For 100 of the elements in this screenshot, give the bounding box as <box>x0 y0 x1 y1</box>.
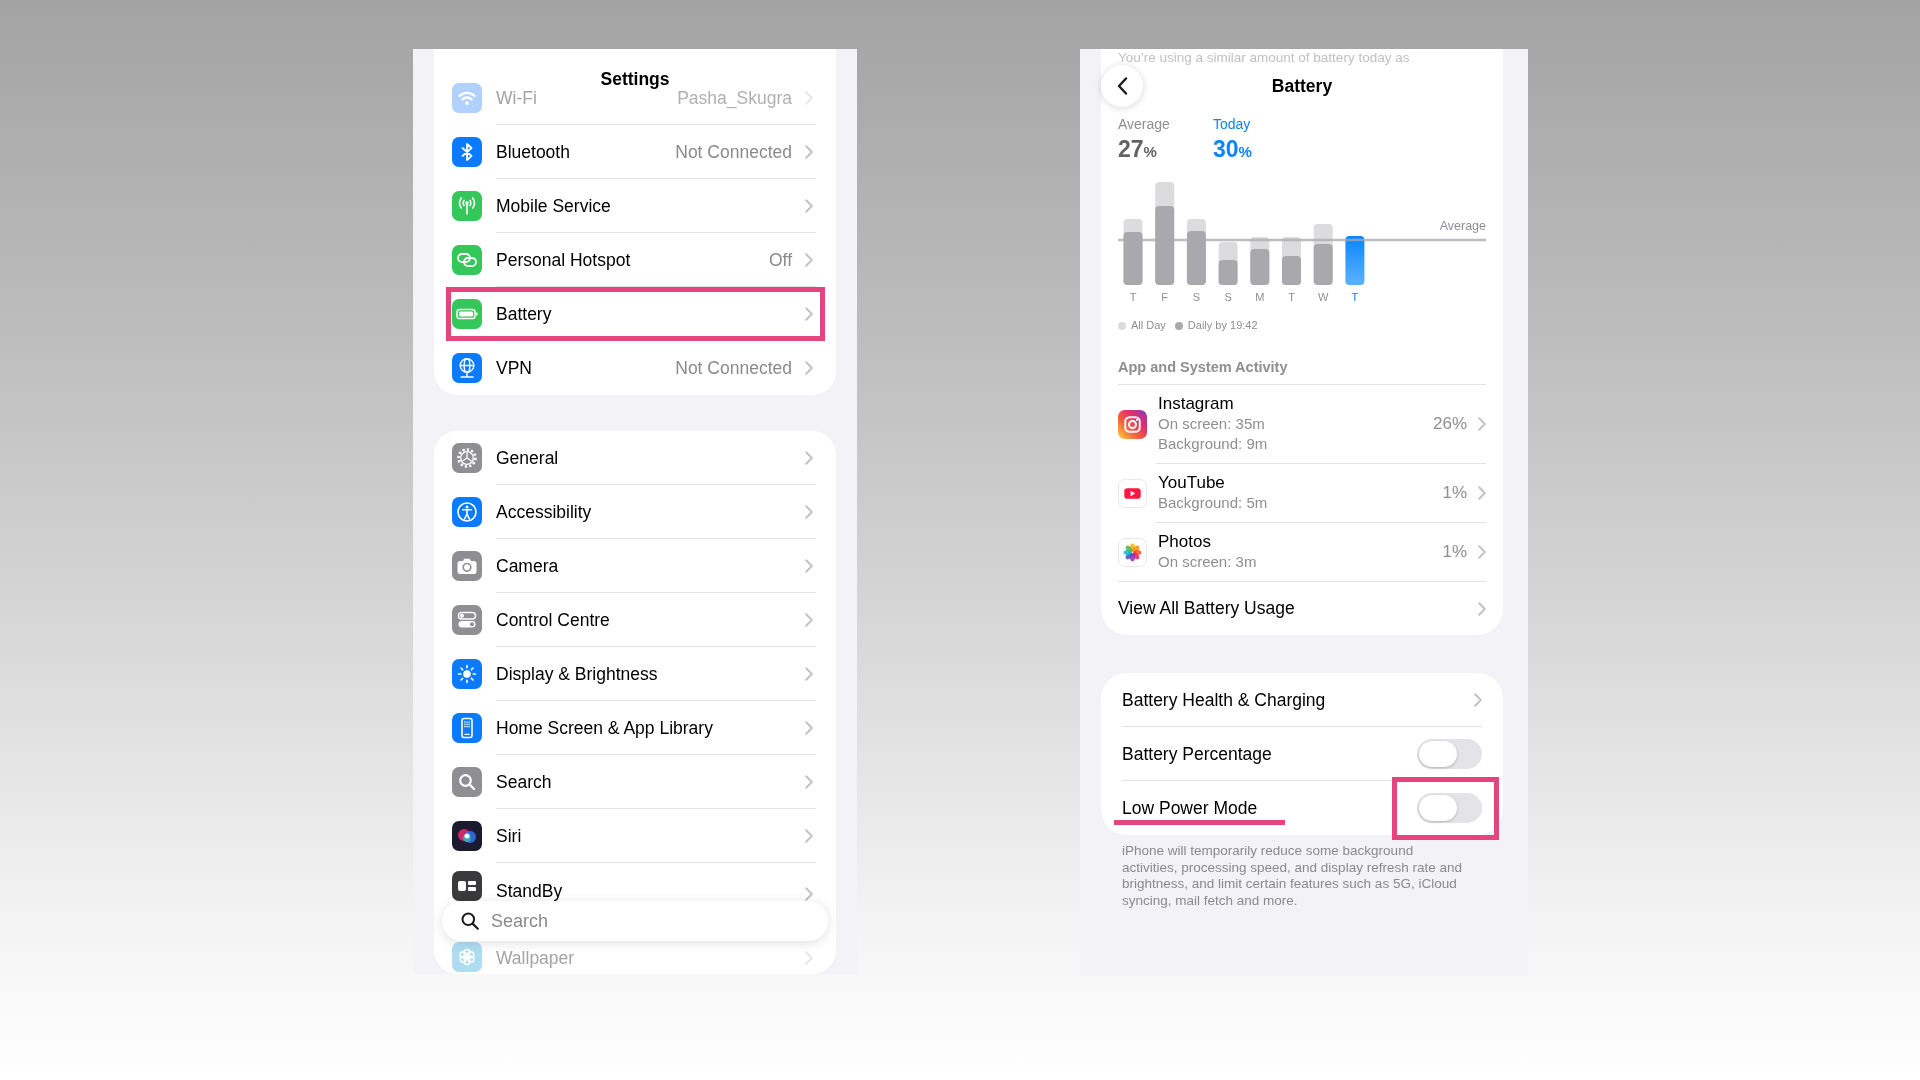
screen-title: Settings <box>600 70 670 88</box>
row-label: Home Screen & App Library <box>496 717 713 738</box>
bluetooth-icon <box>452 137 482 167</box>
battery-icon <box>452 299 482 329</box>
stat-value: 30% <box>1213 136 1253 164</box>
search-icon <box>461 912 479 930</box>
chain-link-icon <box>452 245 482 275</box>
chevron-right-icon <box>805 504 813 519</box>
chevron-right-icon <box>805 252 813 267</box>
row-label: Battery Percentage <box>1122 743 1272 764</box>
chevron-right-icon <box>1478 486 1486 500</box>
row-label: Control Centre <box>496 609 610 630</box>
globe-icon <box>452 353 482 383</box>
chevron-right-icon <box>1474 692 1482 707</box>
toggle-switch[interactable] <box>1417 738 1482 769</box>
row-label: Display & Brightness <box>496 663 658 684</box>
day-label: W <box>1318 291 1329 303</box>
chevron-right-icon <box>805 558 813 573</box>
row-label: Siri <box>496 825 522 846</box>
row-label: Personal Hotspot <box>496 249 631 270</box>
settings-row[interactable]: Battery <box>446 287 825 341</box>
row-label: Wi-Fi <box>496 87 537 108</box>
chevron-right-icon <box>805 951 813 965</box>
average-label: Average <box>1439 219 1486 233</box>
chevron-right-icon <box>805 198 813 213</box>
gear-icon <box>452 443 482 473</box>
row-value: Not Connected <box>675 358 792 378</box>
row-label: Wallpaper <box>496 948 575 968</box>
day-label: S <box>1224 291 1232 303</box>
footer-note: iPhone will temporarily reduce some background activities, processing speed, and display refresh rate and brightness, and limit certain features such as 5G, iCloud syncing, mail fetch and more. <box>1122 843 1463 909</box>
stat-label: Average <box>1118 116 1171 133</box>
camera-logo-icon <box>1118 410 1147 439</box>
chevron-right-icon <box>805 90 813 105</box>
toggles-icon <box>452 605 482 635</box>
chevron-right-icon <box>805 774 813 789</box>
legend-label: Daily by 19:42 <box>1187 319 1258 332</box>
app-name: YouTube <box>1158 473 1226 493</box>
play-button-icon <box>1118 479 1147 508</box>
day-label: F <box>1161 291 1169 303</box>
search-field[interactable]: Search <box>491 909 812 933</box>
sun-icon <box>452 659 482 689</box>
chevron-right-icon <box>805 828 813 843</box>
section-heading: App and System Activity <box>1118 359 1289 376</box>
row-label: Mobile Service <box>496 195 611 216</box>
chevron-right-icon <box>1478 545 1486 559</box>
settings-row[interactable]: Battery Health & Charging <box>1122 673 1482 727</box>
row-label: Camera <box>496 555 559 576</box>
chevron-right-icon <box>805 612 813 627</box>
app-detail: Background: 9m <box>1158 434 1268 454</box>
accessibility-icon <box>452 497 482 527</box>
legend-label: All Day <box>1131 319 1166 332</box>
back-button[interactable] <box>1101 65 1143 107</box>
flower-icon <box>452 942 482 972</box>
row-value: Off <box>768 249 792 270</box>
row-label: StandBy <box>496 881 563 901</box>
row-label: Bluetooth <box>496 141 570 162</box>
row-label: Search <box>496 771 552 792</box>
chevron-right-icon <box>805 720 813 735</box>
app-detail: Background: 5m <box>1158 493 1268 513</box>
stat-label: Today <box>1213 116 1252 133</box>
day-label: T <box>1288 291 1295 303</box>
day-label: T <box>1129 291 1137 303</box>
antenna-icon <box>452 191 482 221</box>
chevron-right-icon <box>805 361 813 375</box>
chevron-right-icon <box>805 307 813 321</box>
row-value: Pasha_Skugra <box>677 87 792 108</box>
usage-share: 1% <box>1442 542 1467 562</box>
chevron-right-icon <box>805 666 813 681</box>
day-label: M <box>1255 291 1265 303</box>
view-all-link[interactable]: View All Battery Usage <box>1118 581 1486 635</box>
app-detail: On screen: 35m <box>1158 414 1266 434</box>
screen-title: Battery <box>1271 76 1333 96</box>
day-label: T <box>1351 291 1359 303</box>
row-value: Not Connected <box>675 141 792 162</box>
camera-icon <box>452 551 482 581</box>
stat-value: 27% <box>1118 136 1158 164</box>
app-detail: On screen: 3m <box>1158 552 1257 572</box>
chevron-right-icon <box>805 144 813 159</box>
row-label: VPN <box>496 358 532 378</box>
siri-icon <box>452 821 482 851</box>
app-name: Photos <box>1158 532 1212 552</box>
row-label: Accessibility <box>496 501 592 522</box>
row-label: Battery <box>496 304 552 324</box>
row-label: Battery Health & Charging <box>1122 689 1326 710</box>
chevron-right-icon <box>805 450 813 465</box>
chevron-right-icon <box>1478 601 1486 616</box>
row-label: Low Power Mode <box>1114 791 1286 825</box>
search-icon <box>452 767 482 797</box>
flower-icon <box>1118 537 1147 567</box>
chevron-right-icon <box>805 887 813 901</box>
phone-grid-icon <box>452 713 482 743</box>
wifi-icon <box>452 83 482 113</box>
chevron-right-icon <box>1478 417 1486 431</box>
summary-text: You’re using a similar amount of battery today as <box>1118 49 1411 65</box>
chevron-left-icon <box>1116 77 1128 95</box>
row-label: General <box>496 447 559 468</box>
usage-share: 26% <box>1432 414 1467 434</box>
app-name: Instagram <box>1158 394 1235 414</box>
usage-share: 1% <box>1442 483 1467 503</box>
toggle-switch[interactable] <box>1417 793 1482 823</box>
